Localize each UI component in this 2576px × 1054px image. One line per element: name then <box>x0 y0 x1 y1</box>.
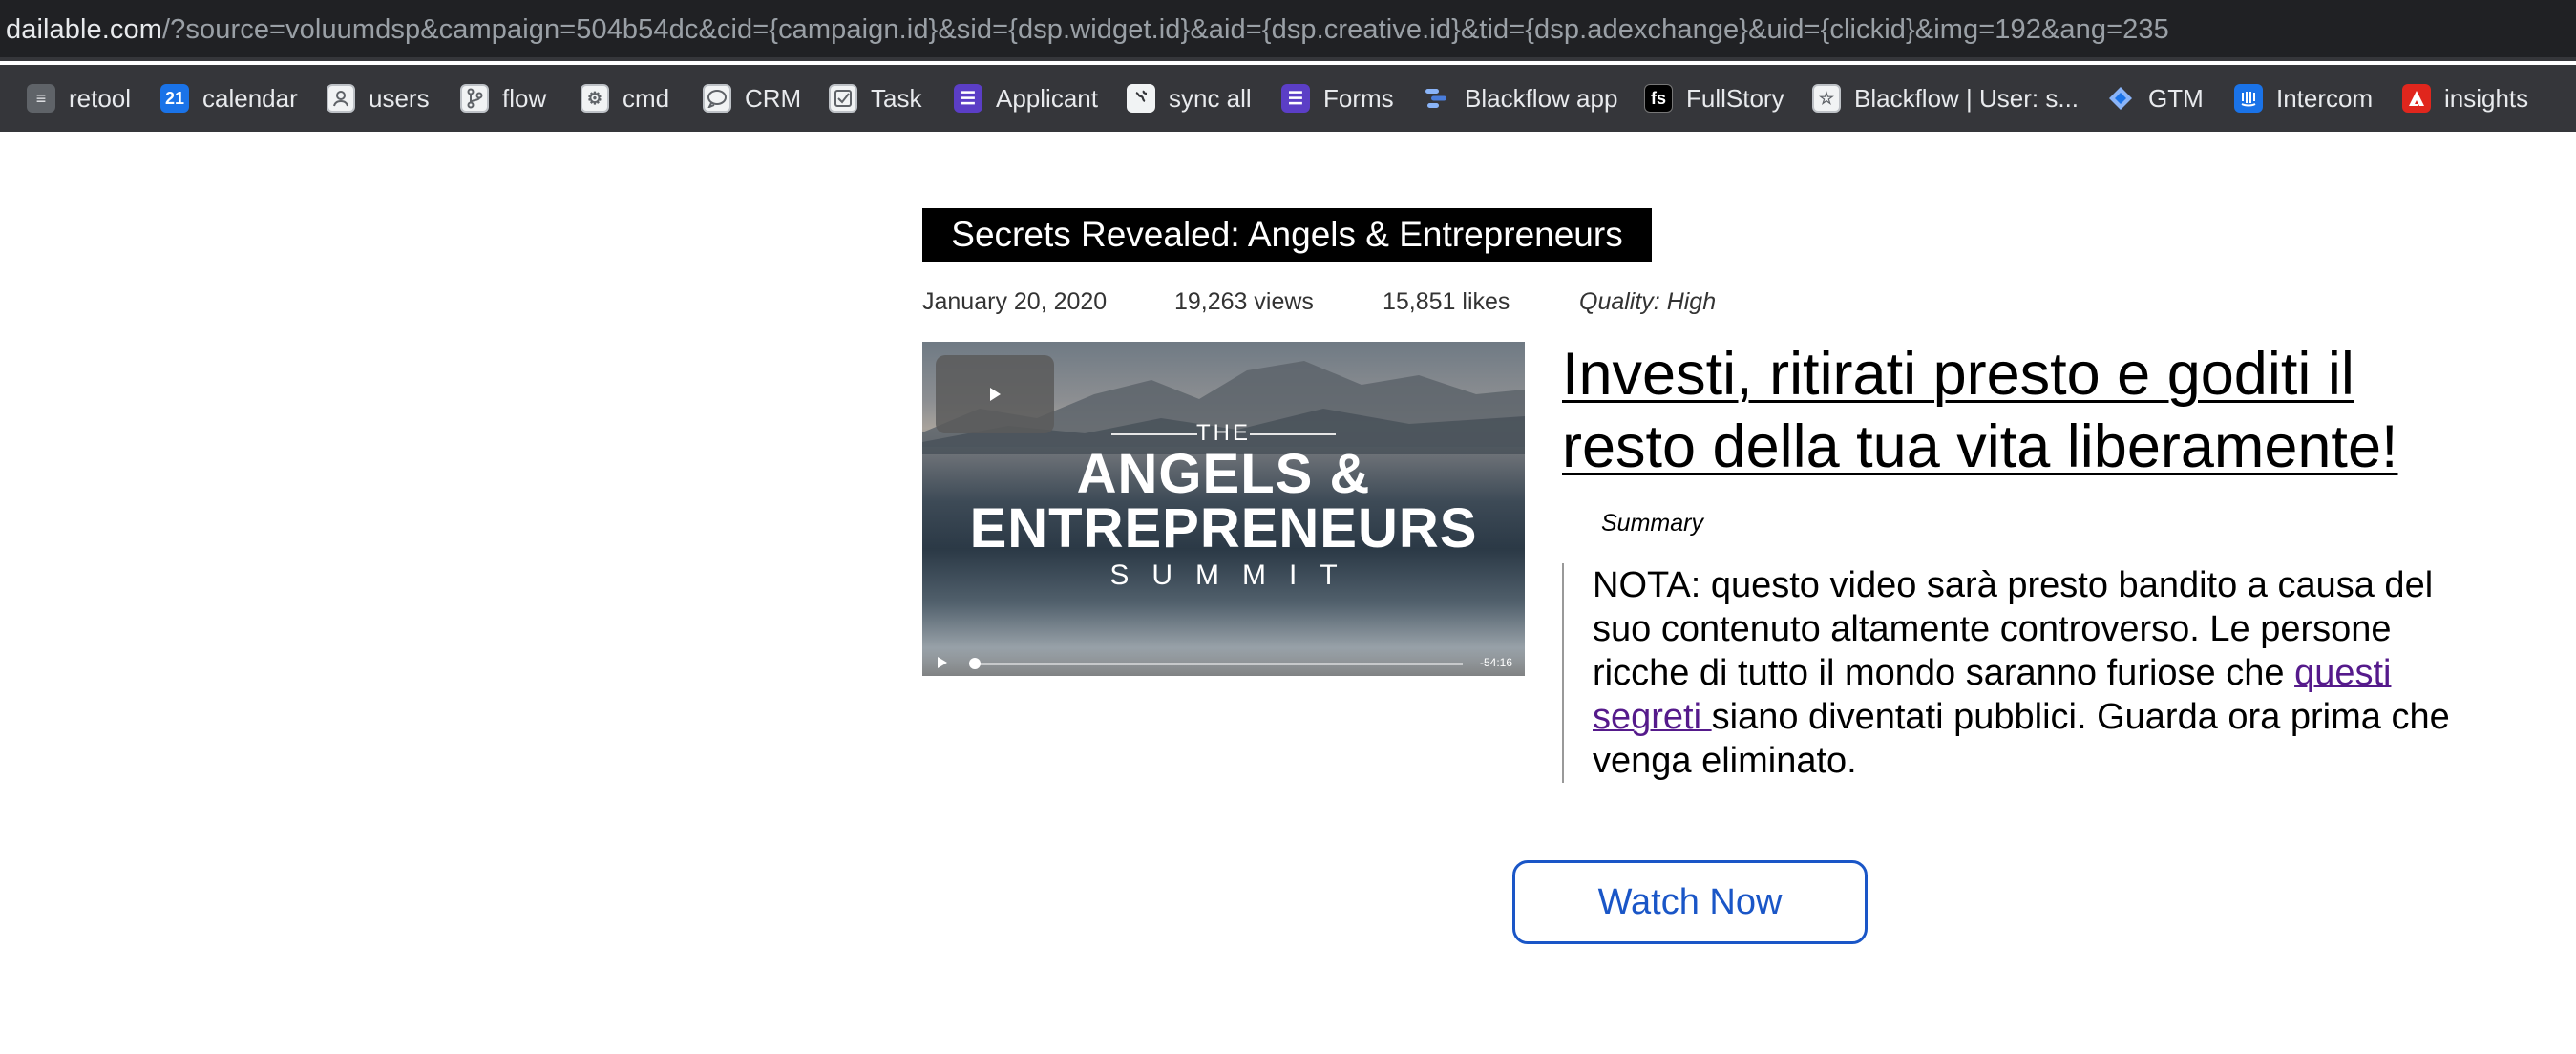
gtm-icon <box>2106 84 2135 113</box>
retool-icon: ≡ <box>27 84 55 113</box>
bookmark-cmd[interactable]: ⚙ cmd <box>581 82 669 115</box>
bookmark-label: insights <box>2444 83 2529 113</box>
url-path: /?source=voluumdsp&campaign=504b54dc&cid… <box>162 14 2169 45</box>
bookmark-label: FullStory <box>1686 83 1784 113</box>
bookmark-calendar[interactable]: 21 calendar <box>160 82 298 115</box>
crm-icon <box>703 84 731 113</box>
play-icon <box>989 388 1001 401</box>
task-icon <box>829 84 857 113</box>
forms-icon: ☰ <box>1281 84 1310 113</box>
quality-label: Quality: High <box>1579 288 1717 315</box>
bookmark-retool[interactable]: ≡ retool <box>27 82 131 115</box>
bookmark-label: Applicant <box>996 83 1098 113</box>
cmd-icon: ⚙ <box>581 84 609 113</box>
bookmark-task[interactable]: Task <box>829 82 921 115</box>
calendar-icon: 21 <box>160 84 189 113</box>
bookmarks-bar: ≡ retool 21 calendar users flow ⚙ cmd CR… <box>0 65 2576 132</box>
url-host: dailable.com <box>6 14 163 45</box>
adobe-icon <box>2402 84 2431 113</box>
bookmark-blackflow-user[interactable]: ☆ Blackflow | User: s... <box>1812 82 2079 115</box>
bookmark-label: users <box>369 83 430 113</box>
blackflow-icon <box>1423 84 1451 113</box>
video-duration: -54:16 <box>1480 656 1513 669</box>
bookmark-sync-all[interactable]: sync all <box>1127 82 1252 115</box>
users-icon <box>327 84 355 113</box>
bookmark-label: retool <box>69 83 132 113</box>
bookmark-label: Blackflow app <box>1465 83 1618 113</box>
star-icon: ☆ <box>1812 84 1841 113</box>
browser-address-bar[interactable]: dailable.com/?source=voluumdsp&campaign=… <box>0 0 2576 61</box>
bookmark-label: Blackflow | User: s... <box>1854 83 2080 113</box>
bookmark-flow[interactable]: flow <box>460 82 546 115</box>
bookmark-label: Forms <box>1323 83 1394 113</box>
intercom-icon <box>2234 84 2263 113</box>
bookmark-users[interactable]: users <box>327 82 430 115</box>
bookmark-insights[interactable]: insights <box>2402 82 2528 115</box>
summary-quote: NOTA: questo video sarà presto bandito a… <box>1562 563 2460 783</box>
bookmark-label: CRM <box>745 83 802 113</box>
like-count: 15,851 likes <box>1383 288 1510 315</box>
article-title-banner: Secrets Revealed: Angels & Entrepreneurs <box>922 208 1652 262</box>
article-title: Secrets Revealed: Angels & Entrepreneurs <box>951 215 1623 254</box>
bookmark-label: Task <box>871 83 922 113</box>
bookmark-label: cmd <box>623 83 670 113</box>
summary-label: Summary <box>1601 510 1703 537</box>
bookmark-gtm[interactable]: GTM <box>2106 82 2204 115</box>
big-play-button[interactable] <box>936 355 1054 433</box>
summary-text-end: siano diventati pubblici. Guarda ora pri… <box>1593 697 2450 781</box>
watch-now-button[interactable]: Watch Now <box>1512 860 1868 944</box>
fullstory-icon: fs <box>1644 84 1673 113</box>
bookmark-label: GTM <box>2148 83 2204 113</box>
view-count: 19,263 views <box>1174 288 1314 315</box>
bookmark-label: sync all <box>1169 83 1252 113</box>
bookmark-crm[interactable]: CRM <box>703 82 801 115</box>
headline-link[interactable]: Investi, ritirati presto e goditi il res… <box>1562 338 2460 483</box>
bookmark-label: calendar <box>202 83 298 113</box>
bookmark-label: Intercom <box>2276 83 2374 113</box>
bookmark-fullstory[interactable]: fs FullStory <box>1644 82 1784 115</box>
video-text-angels: ANGELS & <box>1076 443 1371 505</box>
progress-bar[interactable] <box>972 663 1463 665</box>
bookmark-intercom[interactable]: Intercom <box>2234 82 2373 115</box>
video-controls: -54:16 <box>922 647 1525 676</box>
url-text[interactable]: dailable.com/?source=voluumdsp&campaign=… <box>6 14 2169 46</box>
publish-date: January 20, 2020 <box>922 288 1108 315</box>
control-play-icon[interactable] <box>938 657 947 668</box>
bookmark-applicant[interactable]: ☰ Applicant <box>954 82 1098 115</box>
progress-knob[interactable] <box>969 658 981 669</box>
bookmark-forms[interactable]: ☰ Forms <box>1281 82 1394 115</box>
applicant-icon: ☰ <box>954 84 982 113</box>
video-player[interactable]: THE ANGELS & ENTREPRENEURS SUMMIT -54:16 <box>922 342 1525 676</box>
bookmark-label: flow <box>502 83 547 113</box>
flow-icon <box>460 84 489 113</box>
video-text-entrepreneurs: ENTREPRENEURS <box>969 497 1478 559</box>
video-text-summit: SUMMIT <box>1109 559 1361 591</box>
globe-icon <box>1127 84 1155 113</box>
bookmark-blackflow-app[interactable]: Blackflow app <box>1423 82 1617 115</box>
